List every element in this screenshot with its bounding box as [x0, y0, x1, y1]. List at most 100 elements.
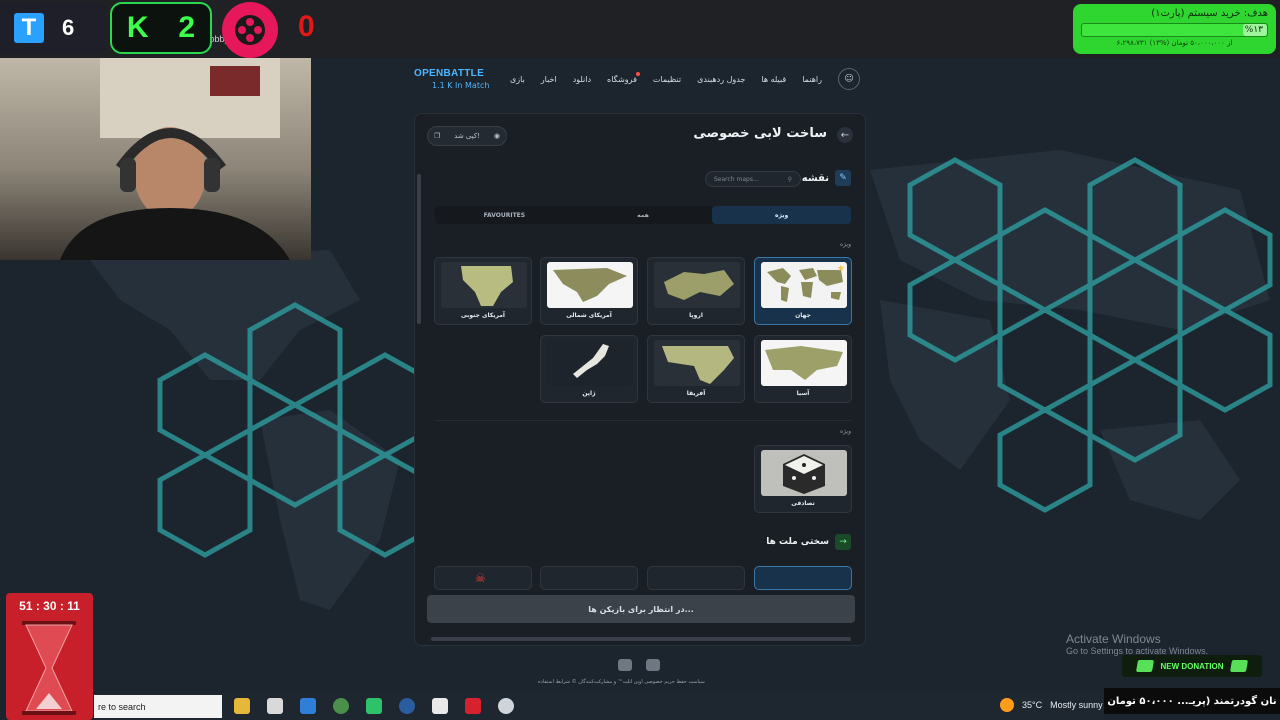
- favourite-star-icon[interactable]: ★: [837, 264, 845, 274]
- shield-icon[interactable]: [646, 659, 660, 671]
- players-in-match: 1.1 K In Match: [432, 81, 490, 90]
- folder-icon[interactable]: [234, 698, 250, 714]
- eye-icon[interactable]: ◉: [494, 132, 500, 140]
- copy-icon[interactable]: ❐: [434, 132, 440, 140]
- goal-subtitle: ۶،۲۹۸،۷۳۱ از ۵۰،۰۰۰،۰۰۰ تومان (%۱۳): [1116, 39, 1233, 47]
- horizontal-scrollbar[interactable]: [431, 637, 851, 641]
- nav-play[interactable]: بازی: [510, 75, 525, 84]
- k-counter-widget: K 2: [110, 2, 212, 54]
- map-card-world[interactable]: ★ جهان: [754, 257, 852, 325]
- pencil-icon[interactable]: ✎: [835, 170, 851, 186]
- sun-icon: [1000, 698, 1014, 712]
- film-reel-icon: [222, 2, 278, 58]
- activate-windows-watermark: Activate Windows Go to Settings to activ…: [1066, 632, 1208, 656]
- map-name: آسیا: [796, 390, 810, 397]
- discord-icon[interactable]: [618, 659, 632, 671]
- panel-title: ساخت لابی خصوصی: [693, 126, 827, 141]
- brand-name: OPENBATTLE: [414, 68, 485, 79]
- hourglass-icon: [22, 621, 76, 715]
- private-lobby-panel: ← ساخت لابی خصوصی ❐ کپی شد! ◉ ✎ نقشه Sea…: [414, 113, 866, 646]
- red-counter-value: 0: [298, 10, 315, 43]
- nav-news[interactable]: اخبار: [541, 75, 557, 84]
- tab-all[interactable]: همه: [574, 206, 713, 224]
- nav-settings[interactable]: تنظیمات: [653, 75, 681, 84]
- map-section-header: ✎ نقشه: [802, 170, 851, 186]
- search-icon: ⚲: [787, 175, 792, 183]
- difficulty-header: → سختی ملت ها: [766, 534, 851, 550]
- map-card-japan[interactable]: ژاپن: [540, 335, 638, 403]
- arrow-right-icon[interactable]: →: [835, 534, 851, 550]
- donation-goal-widget: هدف: خرید سیستم (پارت۱) %۱۳ ۶،۲۹۸،۷۳۱ از…: [1073, 4, 1276, 54]
- map-card-africa[interactable]: آفریقا: [647, 335, 745, 403]
- outlook-icon[interactable]: [300, 698, 316, 714]
- steam-icon[interactable]: [399, 698, 415, 714]
- map-card-south-america[interactable]: آمریکای جنوبی: [434, 257, 532, 325]
- difficulty-card[interactable]: [647, 566, 745, 590]
- map-tabs: ویژه همه FAVOURITES: [435, 206, 851, 224]
- goal-percent: %۱۳: [1244, 25, 1263, 35]
- goal-progress-bar: %۱۳: [1081, 23, 1268, 37]
- world-map-thumbnail: [761, 262, 847, 308]
- nav-download[interactable]: دانلود: [573, 75, 591, 84]
- windows-taskbar: re to search 35°C Mostly sunny: [94, 693, 1104, 720]
- japan-map-thumbnail: [547, 340, 633, 386]
- difficulty-card[interactable]: [754, 566, 852, 590]
- tab-featured[interactable]: ویژه: [712, 206, 851, 224]
- timer-value: 51 : 30 : 11: [19, 599, 80, 613]
- map-name: آمریکای جنوبی: [461, 312, 505, 319]
- map-name: آمریکای شمالی: [566, 312, 612, 319]
- map-card-random[interactable]: تصادفی: [754, 445, 852, 513]
- waiting-for-players-button[interactable]: در انتظار برای بازیکن ها...: [427, 595, 855, 623]
- map-label: نقشه: [801, 172, 829, 184]
- nav-leaderboard[interactable]: جدول ردهبندی: [697, 75, 745, 84]
- activate-title: Activate Windows: [1066, 632, 1161, 646]
- map-name: تصادفی: [791, 500, 815, 507]
- brand-logo[interactable]: OPENBATTLE 1.1 K In Match: [414, 68, 489, 90]
- store-icon[interactable]: [267, 698, 283, 714]
- search-placeholder: Search maps...: [714, 175, 759, 183]
- map-name: اروپا: [689, 312, 703, 319]
- obs-icon[interactable]: [498, 698, 514, 714]
- featured-section-label: ویژه: [839, 241, 851, 248]
- nav-guide[interactable]: راهنما: [802, 75, 822, 84]
- nav-store[interactable]: فروشگاه: [607, 71, 640, 84]
- taskbar-search[interactable]: re to search: [94, 695, 222, 718]
- shield-app-icon[interactable]: [366, 698, 382, 714]
- north-america-map-thumbnail: [547, 262, 633, 308]
- footer-icons: [618, 659, 660, 671]
- section-divider: [435, 420, 851, 421]
- kick-logo-icon: K: [126, 11, 149, 44]
- back-arrow-icon[interactable]: ←: [837, 127, 853, 143]
- map-card-asia[interactable]: آسیا: [754, 335, 852, 403]
- weather-text: Mostly sunny: [1050, 700, 1103, 710]
- paint-icon[interactable]: [432, 698, 448, 714]
- k-counter-value: 2: [178, 11, 196, 44]
- tab-favourites[interactable]: FAVOURITES: [435, 206, 574, 224]
- vertical-scrollbar[interactable]: [417, 174, 421, 324]
- countdown-timer: 51 : 30 : 11: [6, 593, 93, 720]
- nav-clans[interactable]: قبیله ها: [761, 75, 786, 84]
- chrome-icon[interactable]: [333, 698, 349, 714]
- weather-widget[interactable]: 35°C Mostly sunny: [1000, 698, 1103, 712]
- footer-links[interactable]: سیاست حفظ حریم خصوصی اوپن اتلت™ و مشارکت…: [538, 679, 705, 685]
- africa-map-thumbnail: [654, 340, 740, 386]
- t-counter-value: 6: [62, 15, 75, 40]
- copy-link-pill[interactable]: ❐ کپی شد! ◉: [427, 126, 507, 146]
- new-donation-alert: NEW DONATION: [1122, 655, 1262, 677]
- difficulty-label: سختی ملت ها: [766, 537, 829, 547]
- asia-map-thumbnail: [761, 340, 847, 386]
- map-card-europe[interactable]: اروپا: [647, 257, 745, 325]
- difficulty-card[interactable]: [540, 566, 638, 590]
- donor-ticker: نان گودرتمند (پریـ... ۵۰،۰۰۰ تومان: [1104, 688, 1280, 714]
- south-america-map-thumbnail: [441, 262, 527, 308]
- goal-title: هدف: خرید سیستم (پارت۱): [1151, 8, 1268, 19]
- map-card-north-america[interactable]: آمریکای شمالی: [540, 257, 638, 325]
- panel-header: ← ساخت لابی خصوصی ❐ کپی شد! ◉: [415, 114, 865, 156]
- money-icon: [1135, 660, 1154, 672]
- video-app-icon[interactable]: [465, 698, 481, 714]
- t-counter-widget: T 6: [0, 4, 105, 52]
- difficulty-card[interactable]: ☠: [434, 566, 532, 590]
- map-search-input[interactable]: Search maps... ⚲: [705, 171, 801, 187]
- copy-label: کپی شد!: [454, 132, 481, 140]
- user-icon[interactable]: ☺: [838, 68, 860, 90]
